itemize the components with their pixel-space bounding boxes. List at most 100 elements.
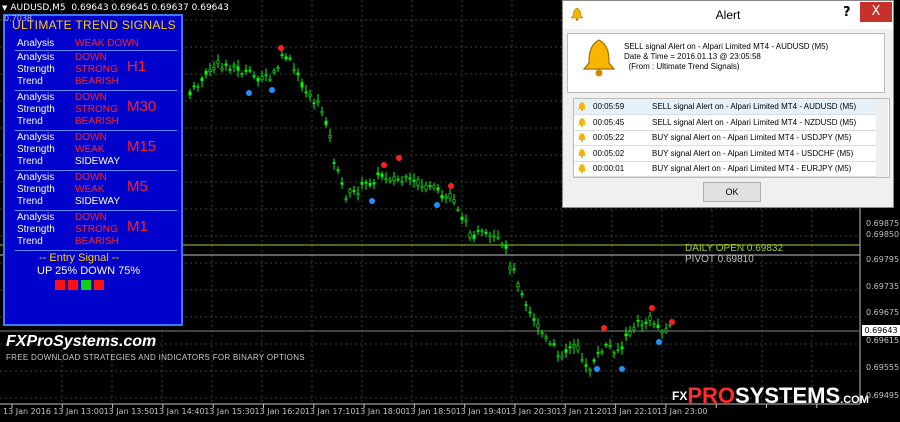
candle-body (608, 344, 612, 347)
y-axis-label: 0.69795 (866, 255, 900, 264)
alert-list-row[interactable]: 00:05:45 SELL signal Alert on - Alpari Li… (574, 115, 876, 131)
candle-body (560, 355, 564, 359)
buy-signal-dot (656, 339, 662, 345)
buy-signal-dot (619, 366, 625, 372)
candle-body (476, 230, 480, 232)
candle-body (188, 91, 192, 96)
trend-signals-panel: ULTIMATE TREND SIGNALS Analysis WEAK DOWN… (3, 14, 183, 326)
strength-label: Strength (17, 184, 55, 195)
candle-body (304, 91, 308, 94)
candle-body (252, 75, 256, 77)
candle-body (276, 67, 280, 69)
candle-body (452, 199, 456, 203)
candle-body (296, 72, 300, 75)
x-axis-label: 13 Jan 18:50 (405, 407, 457, 416)
alert-titlebar[interactable]: Alert ? X (563, 1, 893, 29)
candle-body (500, 243, 504, 246)
candle-body (552, 343, 556, 346)
candle-body (320, 111, 324, 114)
symbol-ohlc: 0.69643 0.69645 0.69637 0.69643 (71, 3, 229, 13)
candle-body (660, 330, 664, 334)
up-down-percent: UP 25% DOWN 75% (37, 265, 141, 277)
daily-open-label: DAILY OPEN 0.69832 (685, 243, 784, 254)
strength-value: STRONG (75, 224, 118, 235)
alert-message-box: SELL signal Alert on - Alpari Limited MT… (567, 33, 885, 93)
candle-body (640, 324, 644, 327)
candle-body (536, 323, 540, 329)
x-axis-label: 13 Jan 18:00 (355, 407, 406, 416)
bell-icon (578, 133, 586, 142)
strength-value: WEAK (75, 144, 105, 155)
candle-body (512, 268, 516, 271)
candle-body (604, 344, 608, 346)
alert-list-row[interactable]: 00:05:59 SELL signal Alert on - Alpari Li… (574, 99, 876, 115)
trend-value: BEARISH (75, 76, 119, 87)
candle-body (376, 172, 380, 176)
x-axis-label: 13 Jan 22:10 (606, 407, 658, 416)
y-axis-label: 0.69615 (866, 336, 900, 345)
fxprosystems-logo: FXPROSYSTEMS.COM (672, 383, 869, 408)
candle-body (192, 85, 196, 88)
candle-body (380, 173, 384, 177)
candle-body (312, 102, 316, 105)
analysis-value: WEAK DOWN (75, 38, 139, 49)
trend-label: Trend (17, 196, 43, 207)
list-scrollbar[interactable] (876, 99, 888, 177)
candle-body (448, 193, 452, 199)
help-button[interactable]: ? (843, 5, 851, 20)
candle-body (348, 189, 352, 194)
candle-body (420, 185, 424, 188)
candle-body (228, 68, 232, 71)
buy-signal-dot (434, 202, 440, 208)
sell-signal-dot (649, 305, 655, 311)
entry-signal-square (55, 280, 65, 290)
ok-button[interactable]: OK (703, 182, 761, 202)
candle-body (628, 331, 632, 336)
trend-label: Trend (17, 236, 43, 247)
candle-body (632, 327, 636, 330)
candle-body (220, 67, 224, 71)
trend-value: BEARISH (75, 236, 119, 247)
candle-body (456, 209, 460, 212)
alert-list-row[interactable]: 00:05:22 BUY signal Alert on - Alpari Lim… (574, 130, 876, 146)
candle-body (484, 231, 488, 234)
candle-body (392, 176, 396, 181)
buy-signal-dot (269, 87, 275, 93)
alert-list-row[interactable]: 00:00:01 BUY signal Alert on - Alpari Lim… (574, 161, 876, 177)
alert-message: SELL signal Alert on - Alpari Limited MT… (624, 42, 829, 71)
candle-body (588, 369, 592, 372)
candle-body (372, 182, 376, 185)
candle-body (524, 304, 528, 306)
candle-body (360, 182, 364, 185)
candle-body (488, 235, 492, 238)
alert-history-list[interactable]: 00:05:59 SELL signal Alert on - Alpari Li… (573, 98, 890, 178)
candle-body (616, 349, 620, 351)
trend-value: SIDEWAY (75, 196, 121, 207)
candle-body (288, 57, 292, 60)
entry-signal-label: -- Entry Signal -- (39, 252, 120, 264)
alert-dialog[interactable]: Alert ? X SELL signal Alert on - Alpari … (562, 0, 894, 208)
candle-body (412, 179, 416, 182)
y-axis-label: 0.69735 (866, 282, 900, 291)
candle-body (528, 311, 532, 314)
x-axis-label: 13 Jan 23:00 (656, 407, 708, 416)
candle-body (652, 323, 656, 325)
trend-label: Trend (17, 156, 43, 167)
x-axis-label: 13 Jan 19:40 (455, 407, 507, 416)
candle-body (440, 194, 444, 199)
candle-body (664, 328, 668, 332)
x-axis-label: 13 Jan 13:50 (103, 407, 155, 416)
close-button[interactable]: X (860, 2, 892, 22)
analysis-value: DOWN (75, 132, 107, 143)
strength-label: Strength (17, 64, 55, 75)
candle-body (300, 82, 304, 88)
strength-value: STRONG (75, 104, 118, 115)
candle-body (520, 293, 524, 295)
analysis-value: DOWN (75, 92, 107, 103)
candle-body (432, 185, 436, 189)
x-axis-label: 13 Jan 17:10 (304, 407, 356, 416)
buy-signal-dot (369, 198, 375, 204)
alert-list-row[interactable]: 00:05:02 BUY signal Alert on - Alpari Lim… (574, 146, 876, 162)
brand-tagline: FREE DOWNLOAD STRATEGIES AND INDICATORS … (6, 353, 305, 362)
candle-body (216, 60, 220, 65)
